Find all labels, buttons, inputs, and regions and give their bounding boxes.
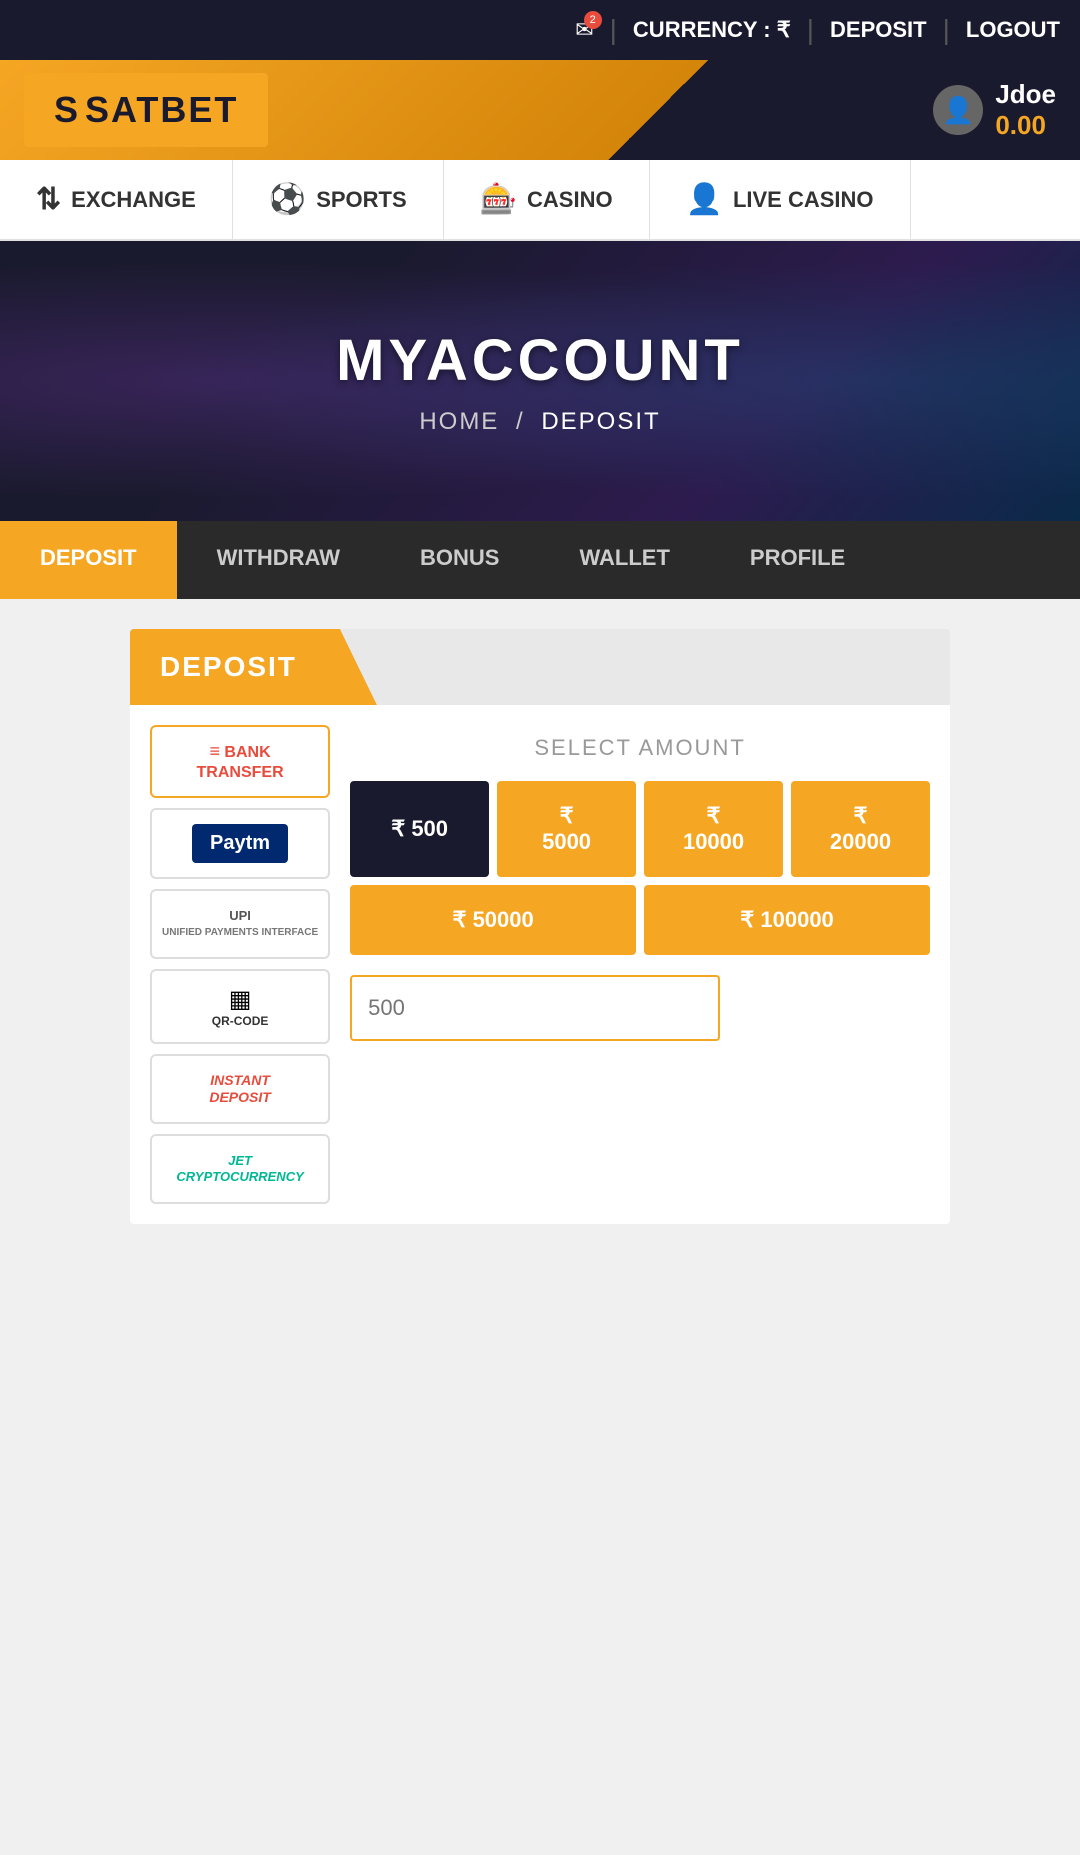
logo-text: S SATBET (54, 89, 238, 130)
tab-deposit[interactable]: DEPOSIT (0, 521, 177, 599)
upi-label: UPIUNIFIED PAYMENTS INTERFACE (162, 909, 318, 938)
currency-label: CURRENCY : ₹ (633, 17, 791, 43)
tab-wallet[interactable]: WALLET (539, 521, 709, 599)
amount-btn-50000[interactable]: ₹ 50000 (350, 885, 636, 955)
amount-btn-5000[interactable]: ₹5000 (497, 781, 636, 877)
page-title: MYACCOUNT (336, 327, 744, 394)
user-area: 👤 Jdoe 0.00 (933, 79, 1056, 141)
paytm-label: Paytm (192, 824, 288, 863)
sports-icon: ⚽ (269, 182, 306, 217)
avatar: 👤 (933, 85, 983, 135)
mail-icon-wrap[interactable]: ✉ 2 (575, 17, 593, 43)
top-bar: ✉ 2 | CURRENCY : ₹ | DEPOSIT | LOGOUT (0, 0, 1080, 60)
amount-btn-20000[interactable]: ₹20000 (791, 781, 930, 877)
payment-method-bank[interactable]: ≡ BANKTRANSFER (150, 725, 330, 798)
instant-deposit-label: INSTANTDEPOSIT (209, 1072, 270, 1106)
logo-area: S SATBET (24, 73, 268, 147)
live-casino-icon: 👤 (686, 182, 723, 217)
logo-full: SATBET (85, 89, 238, 130)
qr-label: ▦ QR-CODE (212, 985, 269, 1028)
balance: 0.00 (995, 110, 1056, 141)
deposit-card: DEPOSIT ≡ BANKTRANSFER Paytm (130, 629, 950, 1224)
tab-profile[interactable]: PROFILE (710, 521, 885, 599)
deposit-card-header: DEPOSIT (130, 629, 377, 705)
deposit-body: ≡ BANKTRANSFER Paytm UPIUNIFIED PAYMENTS… (130, 705, 950, 1224)
amount-input[interactable] (350, 975, 720, 1041)
jet-crypto-label: JETCRYPTOCURRENCY (176, 1153, 303, 1184)
nav-bar: ⇅ EXCHANGE ⚽ SPORTS 🎰 CASINO 👤 LIVE CASI… (0, 160, 1080, 241)
amount-grid-row1: ₹ 500 ₹5000 ₹10000 ₹20000 (350, 781, 930, 877)
casino-icon: 🎰 (480, 182, 517, 217)
separator3: | (943, 14, 950, 46)
account-tabs: DEPOSIT WITHDRAW BONUS WALLET PROFILE (0, 521, 1080, 599)
nav-casino-label: CASINO (527, 187, 613, 213)
separator2: | (807, 14, 814, 46)
site-header: S SATBET 👤 Jdoe 0.00 (0, 60, 1080, 160)
hero-banner: MYACCOUNT HOME / DEPOSIT (0, 241, 1080, 521)
amount-btn-10000[interactable]: ₹10000 (644, 781, 783, 877)
exchange-icon: ⇅ (36, 182, 61, 217)
separator1: | (610, 14, 617, 46)
deposit-card-header-wrap: DEPOSIT (130, 629, 950, 705)
payment-method-jet[interactable]: JETCRYPTOCURRENCY (150, 1134, 330, 1204)
main-content: DEPOSIT ≡ BANKTRANSFER Paytm (0, 599, 1080, 1254)
amount-btn-100000[interactable]: ₹ 100000 (644, 885, 930, 955)
payment-methods: ≡ BANKTRANSFER Paytm UPIUNIFIED PAYMENTS… (150, 725, 330, 1204)
logout-link[interactable]: LOGOUT (966, 17, 1060, 43)
user-info: Jdoe 0.00 (995, 79, 1056, 141)
payment-method-instant[interactable]: INSTANTDEPOSIT (150, 1054, 330, 1124)
nav-item-casino[interactable]: 🎰 CASINO (444, 160, 650, 239)
payment-method-paytm[interactable]: Paytm (150, 808, 330, 879)
amount-grid-row2: ₹ 50000 ₹ 100000 (350, 885, 930, 955)
amount-btn-500[interactable]: ₹ 500 (350, 781, 489, 877)
logo-s: S (54, 89, 85, 130)
breadcrumb-current: DEPOSIT (541, 408, 660, 435)
nav-live-casino-label: LIVE CASINO (733, 187, 874, 213)
breadcrumb-sep: / (516, 408, 525, 435)
nav-item-live-casino[interactable]: 👤 LIVE CASINO (650, 160, 911, 239)
bank-transfer-label: ≡ BANKTRANSFER (197, 741, 284, 782)
nav-item-sports[interactable]: ⚽ SPORTS (233, 160, 444, 239)
payment-method-qr[interactable]: ▦ QR-CODE (150, 969, 330, 1044)
nav-exchange-label: EXCHANGE (71, 187, 196, 213)
nav-sports-label: SPORTS (316, 187, 406, 213)
deposit-card-header-text: DEPOSIT (160, 651, 297, 682)
username: Jdoe (995, 79, 1056, 110)
breadcrumb: HOME / DEPOSIT (419, 408, 660, 436)
amount-section: SELECT AMOUNT ₹ 500 ₹5000 ₹10000 ₹20000 … (350, 725, 930, 1204)
top-deposit-link[interactable]: DEPOSIT (830, 17, 927, 43)
breadcrumb-home[interactable]: HOME (419, 408, 499, 435)
tab-bonus[interactable]: BONUS (380, 521, 539, 599)
mail-badge: 2 (584, 11, 602, 29)
select-amount-title: SELECT AMOUNT (350, 735, 930, 761)
payment-method-upi[interactable]: UPIUNIFIED PAYMENTS INTERFACE (150, 889, 330, 959)
tab-withdraw[interactable]: WITHDRAW (177, 521, 380, 599)
nav-item-exchange[interactable]: ⇅ EXCHANGE (0, 160, 233, 239)
